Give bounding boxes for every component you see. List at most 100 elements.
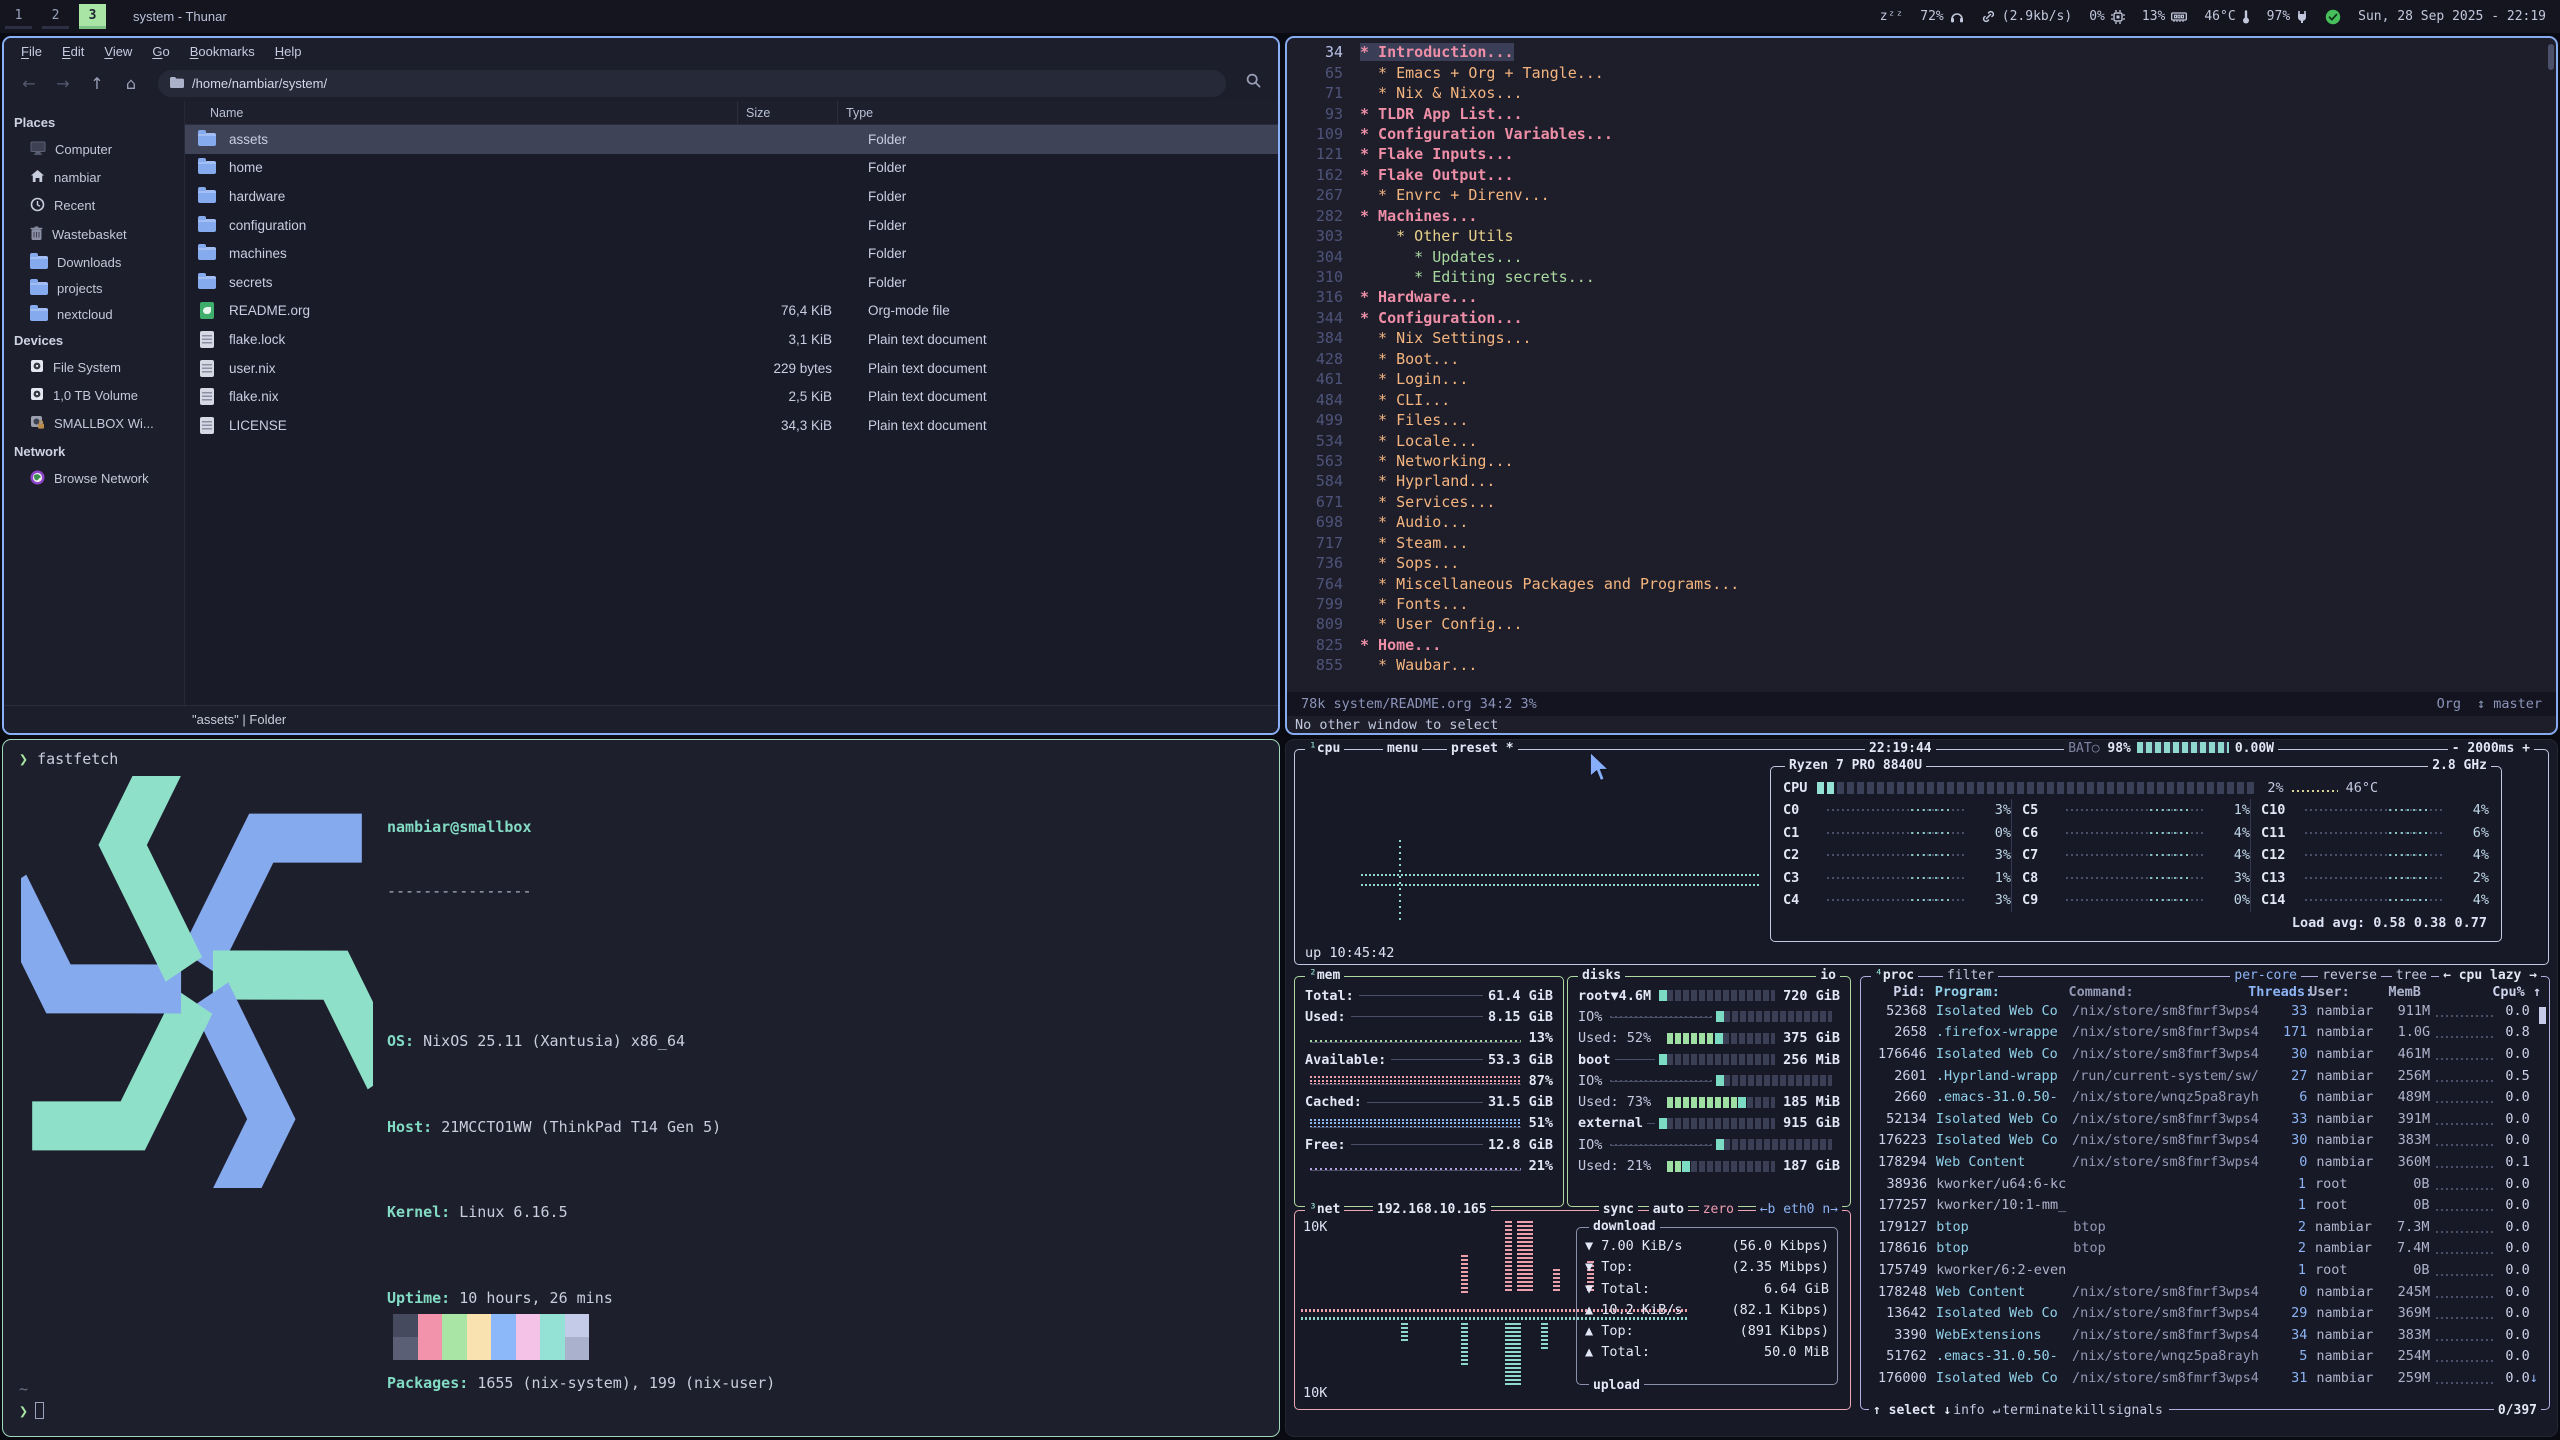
disks-box-title[interactable]: disks	[1578, 968, 1625, 983]
temperature-indicator[interactable]: 46°C	[2204, 9, 2249, 24]
sidebar-item-smallbox[interactable]: SMALLBOX Wi...	[4, 409, 184, 438]
process-row[interactable]: 2601 .Hyprland-wrapp /run/current-system…	[1861, 1065, 2549, 1087]
menu-file[interactable]: File	[12, 41, 51, 62]
process-row[interactable]: 179127 btop btop 2 nambiar 7.3M 0.0	[1861, 1216, 2549, 1238]
process-row[interactable]: 178248 Web Content /nix/store/sm8fmrf3wp…	[1861, 1281, 2549, 1303]
shell-prompt[interactable]: ❯	[19, 1402, 44, 1420]
file-row[interactable]: user.nix 229 bytes Plain text document	[185, 354, 1278, 383]
file-row[interactable]: machines Folder	[185, 239, 1278, 268]
proc-scrollbar[interactable]	[2539, 1007, 2546, 1024]
org-outline-line[interactable]: 809 * User Config...	[1287, 614, 2556, 634]
org-outline-line[interactable]: 316 * Hardware...	[1287, 287, 2556, 307]
clock-date[interactable]: Sun, 28 Sep 2025 - 22:19	[2358, 9, 2546, 24]
org-outline-line[interactable]: 162 * Flake Output...	[1287, 165, 2556, 185]
sidebar-item-recent[interactable]: Recent	[4, 191, 184, 220]
net-zero-toggle[interactable]: zero	[1699, 1202, 1738, 1217]
process-row[interactable]: 176223 Isolated Web Co /nix/store/sm8fmr…	[1861, 1130, 2549, 1152]
process-row[interactable]: 38936 kworker/u64:6-kc 1 root 0B 0.0	[1861, 1173, 2549, 1195]
menu-bookmarks[interactable]: Bookmarks	[181, 41, 264, 62]
process-row[interactable]: 177257 kworker/10:1-mm_ 1 root 0B 0.0	[1861, 1194, 2549, 1216]
org-outline-line[interactable]: 34 * Introduction...	[1287, 42, 2556, 62]
sidebar-item-browse-network[interactable]: Browse Network	[4, 464, 184, 493]
org-outline-line[interactable]: 310 * Editing secrets...	[1287, 267, 2556, 287]
updates-ok-indicator[interactable]	[2325, 9, 2341, 25]
process-row[interactable]: 175749 kworker/6:2-even 1 root 0B 0.0	[1861, 1259, 2549, 1281]
org-outline-line[interactable]: 304 * Updates...	[1287, 246, 2556, 266]
org-buffer[interactable]: 34 * Introduction... 65 * Emacs + Org + …	[1287, 42, 2556, 676]
net-interface[interactable]: ←b eth0 n→	[1756, 1202, 1842, 1217]
workspace-2[interactable]: 2	[42, 4, 69, 29]
org-outline-line[interactable]: 121 * Flake Inputs...	[1287, 144, 2556, 164]
process-row[interactable]: 3390 WebExtensions /nix/store/sm8fmrf3wp…	[1861, 1324, 2549, 1346]
process-row[interactable]: 52368 Isolated Web Co /nix/store/sm8fmrf…	[1861, 1000, 2549, 1022]
network-indicator[interactable]: (2.9kb/s)	[1981, 9, 2072, 24]
org-outline-line[interactable]: 534 * Locale...	[1287, 430, 2556, 450]
disks-io-toggle[interactable]: io	[1816, 968, 1840, 983]
org-outline-line[interactable]: 384 * Nix Settings...	[1287, 328, 2556, 348]
modeline-major-mode[interactable]: Org	[2437, 696, 2461, 712]
net-sync-toggle[interactable]: sync	[1599, 1202, 1638, 1217]
org-outline-line[interactable]: 428 * Boot...	[1287, 349, 2556, 369]
process-row[interactable]: 178294 Web Content /nix/store/sm8fmrf3wp…	[1861, 1151, 2549, 1173]
workspace-3-active[interactable]: 3	[79, 4, 106, 29]
file-row[interactable]: README.org 76,4 KiB Org-mode file	[185, 297, 1278, 326]
menu-button[interactable]: menu	[1383, 741, 1422, 756]
file-row[interactable]: flake.lock 3,1 KiB Plain text document	[185, 325, 1278, 354]
search-button[interactable]	[1238, 69, 1268, 97]
up-button[interactable]: ↑	[82, 70, 112, 96]
preset-button[interactable]: preset *	[1447, 741, 1518, 756]
proc-percore-toggle[interactable]: per-core	[2230, 968, 2301, 983]
info-action[interactable]: info ↵	[1953, 1403, 2000, 1418]
proc-tree-toggle[interactable]: tree	[2392, 968, 2431, 983]
org-outline-line[interactable]: 717 * Steam...	[1287, 533, 2556, 553]
org-outline-line[interactable]: 698 * Audio...	[1287, 512, 2556, 532]
file-row[interactable]: configuration Folder	[185, 211, 1278, 240]
org-outline-line[interactable]: 484 * CLI...	[1287, 389, 2556, 409]
org-outline-line[interactable]: 461 * Login...	[1287, 369, 2556, 389]
net-box-title[interactable]: ³net	[1305, 1202, 1344, 1217]
process-row[interactable]: 52134 Isolated Web Co /nix/store/sm8fmrf…	[1861, 1108, 2549, 1130]
cpu-box-title[interactable]: ¹cpu	[1305, 741, 1344, 756]
process-row[interactable]: 13642 Isolated Web Co /nix/store/sm8fmrf…	[1861, 1302, 2549, 1324]
column-header-type[interactable]: Type	[838, 101, 1278, 124]
battery-indicator[interactable]: 97%	[2267, 9, 2308, 24]
sidebar-item-downloads[interactable]: Downloads	[4, 249, 184, 275]
idle-inhibitor[interactable]: zᶻᶻ	[1880, 9, 1903, 24]
sidebar-item-nextcloud[interactable]: nextcloud	[4, 301, 184, 327]
menu-help[interactable]: Help	[266, 41, 311, 62]
org-outline-line[interactable]: 71 * Nix & Nixos...	[1287, 83, 2556, 103]
process-row[interactable]: 51762 .emacs-31.0.50- /nix/store/wnqz5pa…	[1861, 1346, 2549, 1368]
home-button[interactable]: ⌂	[116, 70, 146, 96]
file-row[interactable]: home Folder	[185, 154, 1278, 183]
org-outline-line[interactable]: 799 * Fonts...	[1287, 594, 2556, 614]
sidebar-item-filesystem[interactable]: File System	[4, 353, 184, 381]
process-row[interactable]: 176646 Isolated Web Co /nix/store/sm8fmr…	[1861, 1043, 2549, 1065]
update-interval[interactable]: - 2000ms +	[2448, 741, 2534, 756]
org-outline-line[interactable]: 855 * Waubar...	[1287, 655, 2556, 675]
signals-action[interactable]: signals	[2108, 1403, 2163, 1418]
org-outline-line[interactable]: 671 * Services...	[1287, 492, 2556, 512]
sidebar-item-home[interactable]: nambiar	[4, 163, 184, 191]
select-action[interactable]: ↑ select ↓	[1873, 1403, 1951, 1418]
org-outline-line[interactable]: 109 * Configuration Variables...	[1287, 124, 2556, 144]
terminal-window[interactable]: ❯ fastfetch nambiar@smallbox -----------…	[2, 739, 1280, 1437]
net-auto-toggle[interactable]: auto	[1649, 1202, 1688, 1217]
org-outline-line[interactable]: 65 * Emacs + Org + Tangle...	[1287, 62, 2556, 82]
kill-action[interactable]: kill	[2075, 1403, 2106, 1418]
process-row[interactable]: 178616 btop btop 2 nambiar 7.4M 0.0	[1861, 1238, 2549, 1260]
file-row[interactable]: secrets Folder	[185, 268, 1278, 297]
workspace-1[interactable]: 1	[5, 4, 32, 29]
sidebar-item-wastebasket[interactable]: Wastebasket	[4, 220, 184, 249]
org-outline-line[interactable]: 563 * Networking...	[1287, 451, 2556, 471]
volume-indicator[interactable]: 72%	[1920, 9, 1963, 24]
org-outline-line[interactable]: 303 * Other Utils	[1287, 226, 2556, 246]
file-row[interactable]: hardware Folder	[185, 182, 1278, 211]
org-outline-line[interactable]: 499 * Files...	[1287, 410, 2556, 430]
proc-filter-button[interactable]: filter	[1943, 968, 1998, 983]
org-outline-line[interactable]: 267 * Envrc + Direnv...	[1287, 185, 2556, 205]
org-outline-line[interactable]: 736 * Sops...	[1287, 553, 2556, 573]
path-bar[interactable]: /home/nambiar/system/	[158, 70, 1226, 97]
proc-box-title[interactable]: ⁴proc	[1871, 968, 1918, 983]
terminate-action[interactable]: terminate	[2002, 1403, 2072, 1418]
org-outline-line[interactable]: 584 * Hyprland...	[1287, 471, 2556, 491]
